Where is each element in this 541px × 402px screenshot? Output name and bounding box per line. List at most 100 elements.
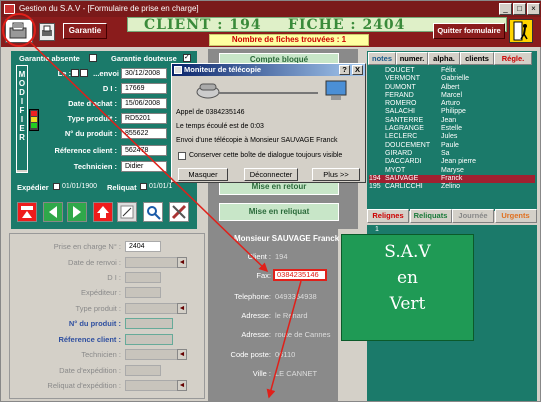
le-checkbox-1[interactable] [71,69,79,77]
date-renvoi-field[interactable] [125,257,183,268]
exit-icon[interactable] [509,19,533,43]
type-produit-field[interactable]: RD5201 [121,113,167,124]
modifier-letter: M [18,70,26,79]
list-tab[interactable]: alpha. [428,52,460,65]
fax-hide-button[interactable]: Masquer [178,168,228,181]
garantie-absente-checkbox[interactable] [89,54,97,62]
client-row[interactable]: SANTERRE Jean [369,117,535,125]
di-lower-field[interactable] [125,272,161,283]
client-row[interactable]: MYOT Maryse [369,167,535,175]
list-tab[interactable]: numer. [396,52,428,65]
client-row[interactable]: 194 SAUVAGE Franck [369,174,535,184]
garantie-button[interactable]: Garantie [63,23,107,39]
client-row[interactable]: SALACHI Philippe [369,108,535,116]
minimize-button[interactable]: _ [499,3,512,15]
fax-disconnect-button[interactable]: Déconnecter [244,168,298,181]
no-produit-field[interactable]: 855622 [121,128,167,139]
type-produit-lower-field[interactable] [125,303,183,314]
bottom-tab[interactable]: Relignes [367,209,409,223]
ref-client-field[interactable]: 562478 [121,145,167,156]
client-row[interactable]: GIRARD Sa [369,150,535,158]
date-envoi-field[interactable]: 30/12/2008 [121,68,167,79]
quit-form-button[interactable]: Quitter formulaire [433,23,505,39]
technicien-lower-field[interactable] [125,349,183,360]
expediteur-lower-label: Expéditeur : [80,288,121,297]
prev-record-icon[interactable] [43,202,63,222]
app-window: Gestion du S.A.V - [Formulaire de prise … [0,0,541,402]
client-firstname: Sa [441,149,450,157]
type-produit-label: Type produit : [67,114,117,123]
close-window-button[interactable]: × [527,3,540,15]
prise-field[interactable]: 2404 [125,241,161,252]
fax-close-button[interactable]: X [352,65,363,75]
di-field[interactable]: 17669 [121,83,167,94]
client-name: Monsieur SAUVAGE Franck [234,234,340,243]
fax-send-icon[interactable] [5,19,33,43]
technicien-dropdown-icon[interactable]: ◄ [177,349,187,360]
expediteur-lower-field[interactable] [125,287,161,298]
modifier-letter: F [19,106,25,115]
expedier-checkbox[interactable] [53,183,60,190]
client-row[interactable]: FERAND Marcel [369,92,535,100]
bottom-tab[interactable]: Journée [452,209,494,223]
envoi-label: ...envoi [93,69,119,78]
adresse2-value: route de Cannes [275,330,331,339]
title-bar: Gestion du S.A.V - [Formulaire de prise … [1,1,541,17]
technicien-field[interactable]: Didier [121,161,167,172]
client-row[interactable]: 195 CARLICCHI Zelino [369,183,535,191]
client-row[interactable]: DACCARDI Jean pierre [369,158,535,166]
list-tab[interactable]: Régle. [494,52,532,65]
ref-client-lower-label: Réference client : [58,335,121,344]
date-achat-label: Date d'achat : [68,99,117,108]
edit-record-icon[interactable] [117,202,137,222]
date-expedition-field[interactable] [125,365,161,376]
client-firstname: Jean [441,116,457,124]
client-firstname: Jean pierre [441,158,477,166]
client-row[interactable]: DOUCEMENT Paule [369,142,535,150]
next-record-icon[interactable] [67,202,87,222]
client-firstname: Philippe [441,108,466,116]
date-achat-field[interactable]: 15/06/2008 [121,98,167,109]
client-lastname: LECLERC [385,133,418,141]
print-icon[interactable] [39,23,55,41]
expedier-label: Expédier [17,183,49,192]
client-firstname: Arturo [441,100,461,108]
fax-more-button[interactable]: Plus >> [312,168,360,181]
reliquat-date: 01/01/1 [149,183,173,190]
client-row[interactable]: ROMERO Arturo [369,100,535,108]
garantie-absente-label: Garantie absente [19,54,80,63]
delete-record-icon[interactable] [17,202,37,222]
no-produit-lower-field[interactable] [125,318,173,329]
search-icon[interactable] [143,202,163,222]
date-expedition-label: Date d'expédition : [59,366,121,375]
first-record-icon[interactable] [93,202,113,222]
reliquat-expedition-dropdown-icon[interactable]: ◄ [177,380,187,391]
tools-icon[interactable] [169,202,189,222]
maximize-button[interactable]: □ [513,3,526,15]
client-row[interactable]: DUMONT Albert [369,84,535,92]
bottom-tab[interactable]: Urgents [494,209,537,223]
fiches-count: Nombre de fiches trouvées : 1 [209,34,369,46]
client-list: DOUCET Félix VERMONT Gabrielle DUMONT Albert F… [369,67,535,191]
adresse2-label: Adresse: [241,330,271,339]
client-lastname: GIRARD [385,149,413,157]
reliquat-expedition-field[interactable] [125,380,183,391]
ref-client-lower-field[interactable] [125,334,173,345]
fax-help-button[interactable]: ? [339,65,350,75]
client-row[interactable]: LECLERC Jules [369,133,535,141]
list-tab[interactable]: notes [368,52,396,65]
client-row[interactable]: DOUCET Félix [369,67,535,75]
client-row[interactable]: VERMONT Gabrielle [369,75,535,83]
modifier-column[interactable]: MODIFIER [16,65,28,173]
keep-visible-checkbox[interactable] [178,152,186,160]
date-renvoi-dropdown-icon[interactable]: ◄ [177,257,187,268]
list-tab[interactable]: clients [460,52,494,65]
bottom-tab[interactable]: Reliquats [409,209,452,223]
type-produit-dropdown-icon[interactable]: ◄ [177,303,187,314]
garantie-douteuse-checkbox[interactable]: ✓ [183,54,191,62]
client-row[interactable]: LAGRANGE Estelle [369,125,535,133]
client-firstname: Félix [441,67,456,74]
mise-reliquat-button[interactable]: Mise en reliquat [219,203,339,221]
reliquat-checkbox[interactable] [140,183,147,190]
modifier-letter: O [18,79,26,88]
